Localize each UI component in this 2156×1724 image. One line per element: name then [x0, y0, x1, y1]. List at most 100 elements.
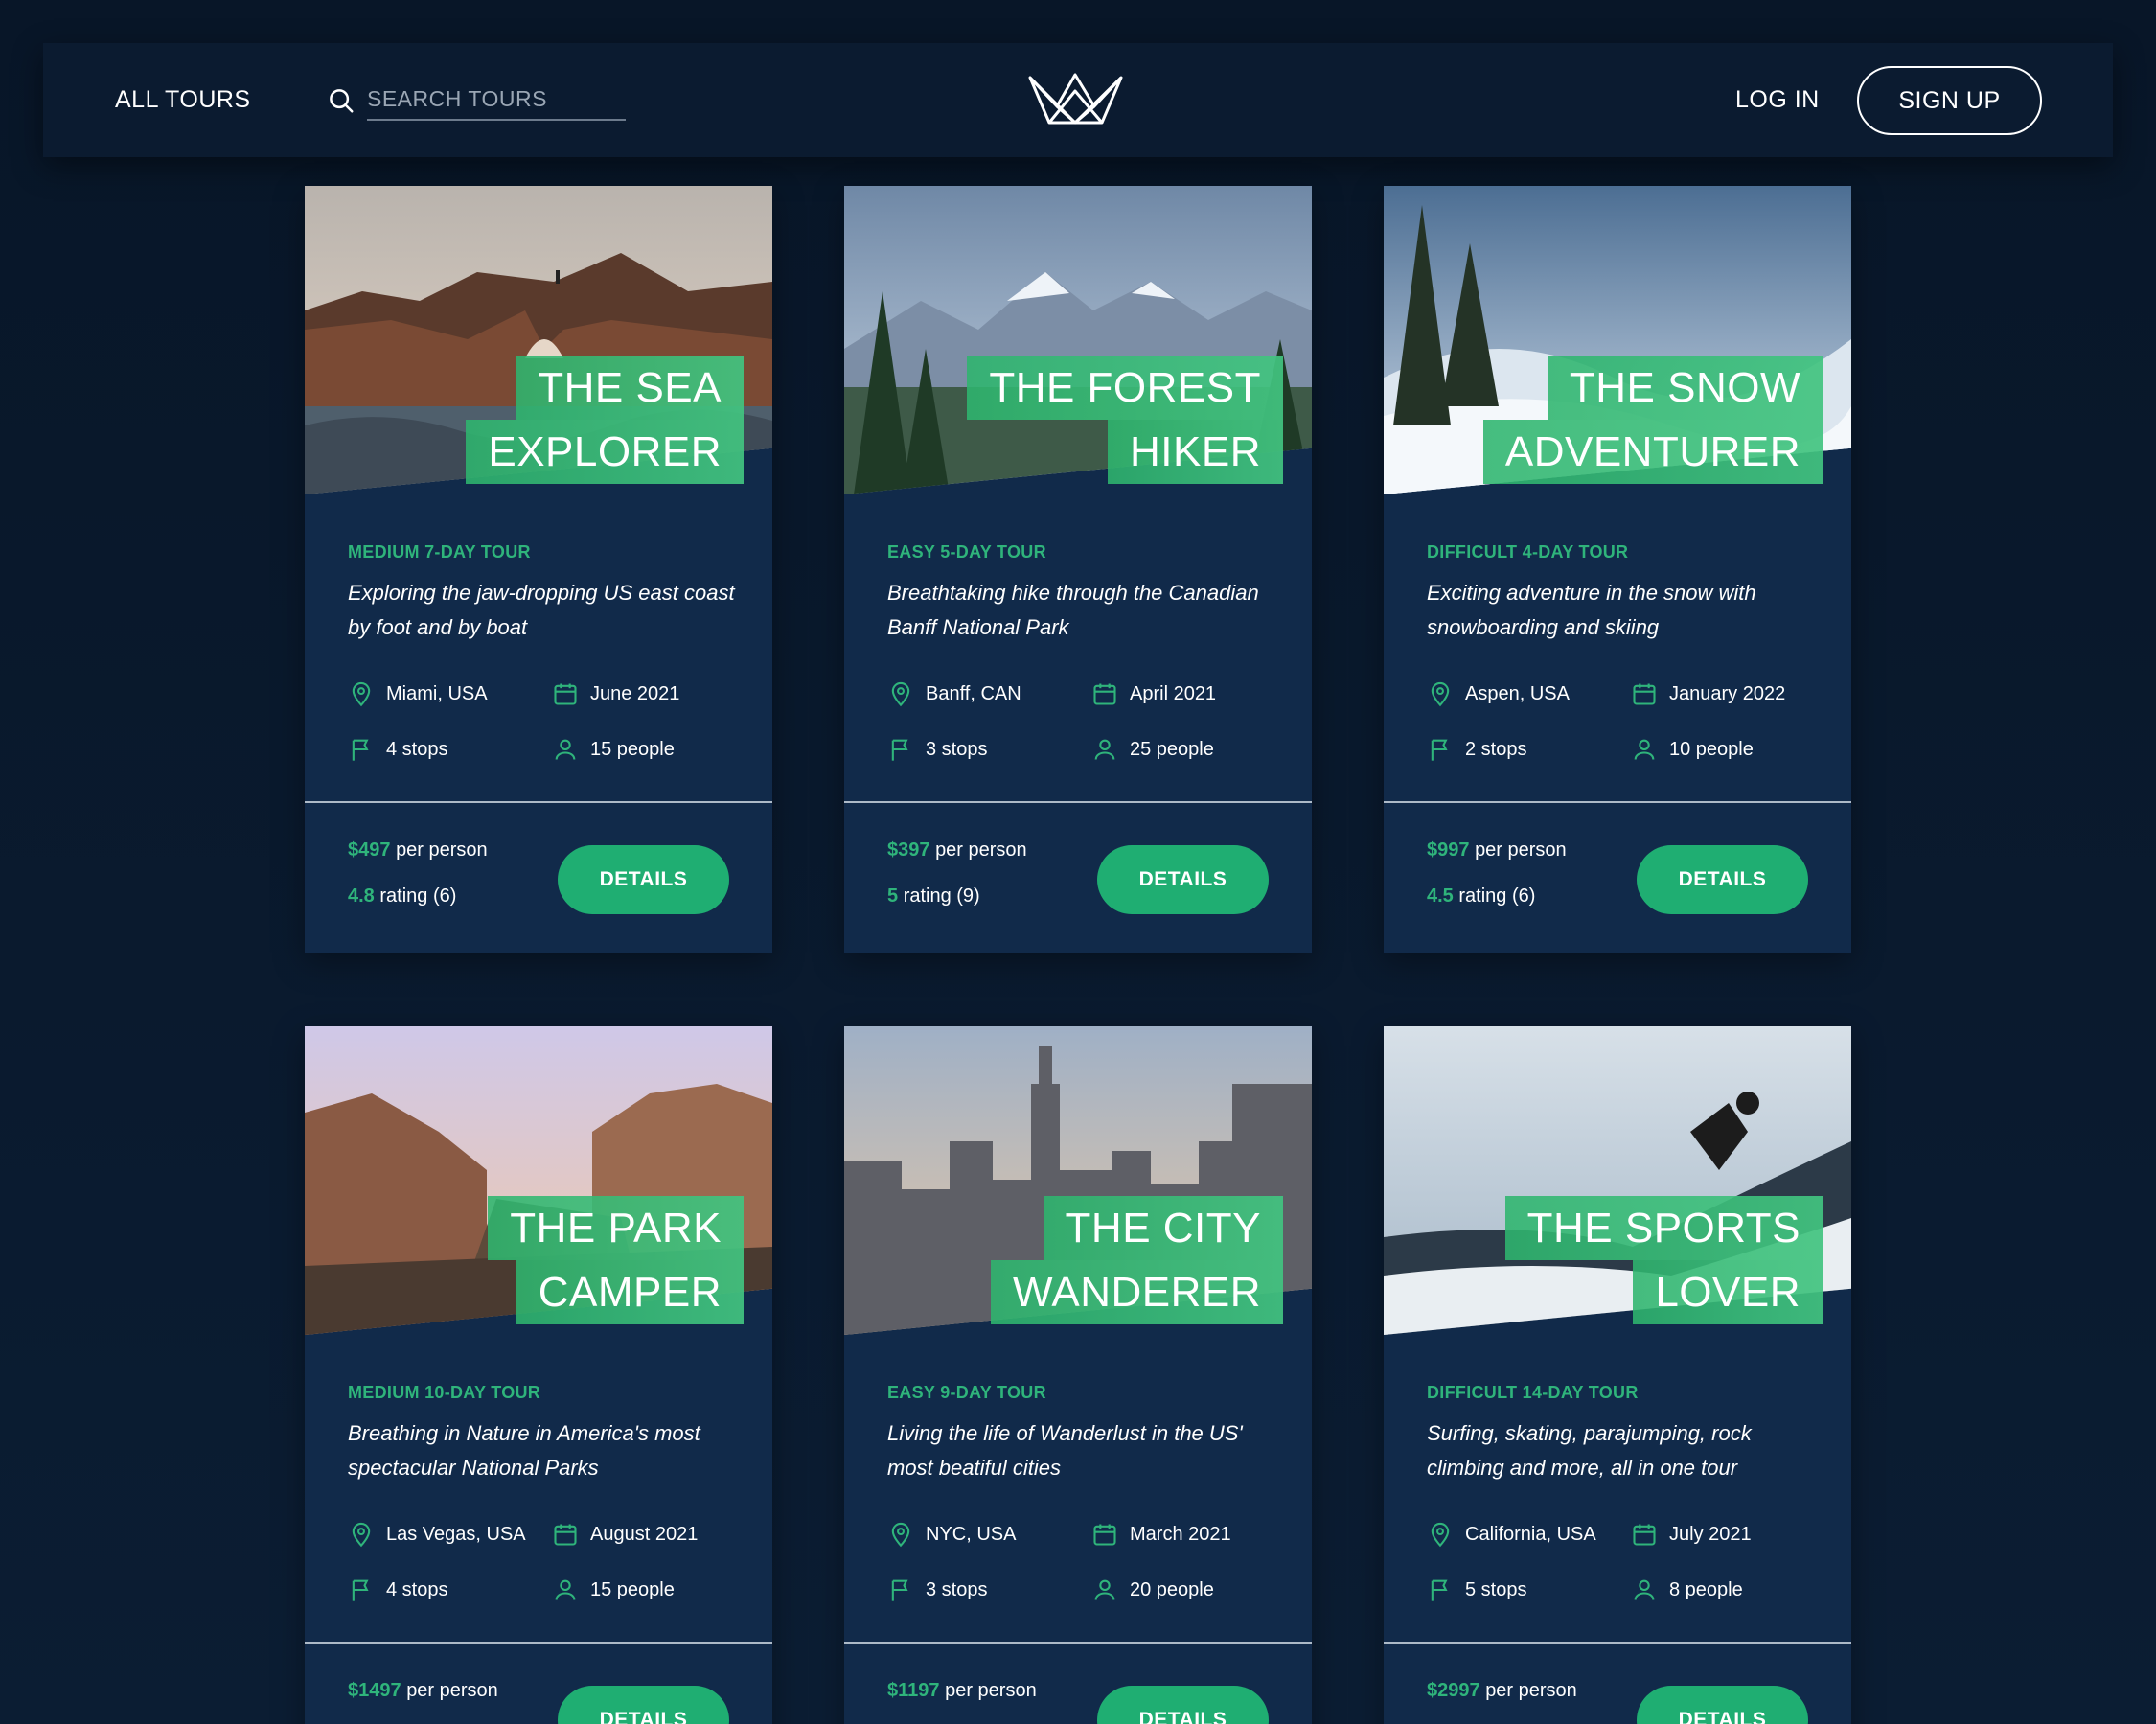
tour-people-text: 20 people [1130, 1578, 1214, 1600]
tours-page: ALL TOURS LOG IN SIGN UP THE SEA EXPLORE… [0, 0, 2156, 1724]
tour-price-value: $497 [348, 839, 391, 861]
tour-card: THE CITY WANDERER EASY 9-DAY TOUR Living… [844, 1026, 1312, 1724]
tour-date-text: July 2021 [1669, 1523, 1752, 1545]
tour-price: $1497 per person [348, 1680, 498, 1702]
tour-title-line2: EXPLORER [466, 420, 744, 484]
tour-date-text: January 2022 [1669, 682, 1786, 704]
calendar-icon [1093, 1524, 1116, 1546]
calendar-icon [1633, 683, 1656, 705]
tour-people: 20 people [1091, 1576, 1214, 1603]
tour-description: Breathing in Nature in America's most sp… [348, 1421, 700, 1480]
logo-icon[interactable] [1025, 70, 1126, 127]
tour-title: THE PARK CAMPER [488, 1196, 744, 1324]
tour-stops-text: 4 stops [386, 738, 448, 760]
tour-location-text: California, USA [1465, 1523, 1596, 1545]
flag-icon [1431, 739, 1448, 761]
tour-title-line1: THE PARK [488, 1196, 744, 1260]
flag-icon [352, 1579, 369, 1601]
tour-price-value: $2997 [1427, 1680, 1480, 1701]
tour-price-value: $1197 [887, 1680, 940, 1701]
tour-price-suffix: per person [396, 839, 488, 861]
tour-title-line1: THE SEA [516, 356, 744, 420]
tour-stops: 3 stops [887, 1576, 987, 1603]
user-icon [1094, 739, 1115, 760]
tour-stops: 5 stops [1427, 1576, 1526, 1603]
tour-description: Exploring the jaw-dropping US east coast… [348, 581, 735, 639]
user-icon [1094, 1579, 1115, 1600]
tour-tag: EASY 9-DAY TOUR [887, 1383, 1046, 1402]
tour-card: THE SNOW ADVENTURER DIFFICULT 4-DAY TOUR… [1384, 186, 1851, 953]
flag-icon [1431, 1579, 1448, 1601]
tour-people-text: 15 people [590, 738, 675, 760]
tour-title: THE SNOW ADVENTURER [1482, 356, 1823, 484]
tour-card: THE SEA EXPLORER MEDIUM 7-DAY TOUR Explo… [305, 186, 772, 953]
tour-stops: 2 stops [1427, 736, 1526, 763]
tour-price-suffix: per person [406, 1680, 498, 1701]
tour-tag: MEDIUM 7-DAY TOUR [348, 542, 531, 562]
card-divider [844, 1642, 1312, 1644]
tour-card: THE FOREST HIKER EASY 5-DAY TOUR Breatht… [844, 186, 1312, 953]
location-pin-icon [1431, 681, 1450, 707]
details-button[interactable]: DETAILS [1637, 1686, 1808, 1724]
tour-rating-value: 4.5 [1427, 885, 1454, 907]
card-divider [305, 801, 772, 803]
tour-body: EASY 5-DAY TOUR Breathtaking hike throug… [887, 542, 1269, 645]
tour-date: January 2022 [1631, 680, 1785, 707]
tour-title: THE SPORTS LOVER [1504, 1196, 1823, 1324]
tour-stops-text: 3 stops [926, 738, 988, 760]
tour-stops-text: 4 stops [386, 1578, 448, 1600]
tour-price-suffix: per person [935, 839, 1027, 861]
tour-date-text: March 2021 [1130, 1523, 1231, 1545]
search-icon[interactable] [327, 86, 356, 115]
tour-body: DIFFICULT 4-DAY TOUR Exciting adventure … [1427, 542, 1808, 645]
details-button[interactable]: DETAILS [1097, 845, 1269, 914]
tour-location-text: Las Vegas, USA [386, 1523, 526, 1545]
tour-rating: 4.8 rating (6) [348, 885, 456, 908]
tour-people: 25 people [1091, 736, 1214, 763]
tour-location: Las Vegas, USA [348, 1521, 526, 1548]
user-icon [555, 739, 576, 760]
tour-people: 15 people [552, 1576, 675, 1603]
details-button[interactable]: DETAILS [1097, 1686, 1269, 1724]
tour-people-text: 10 people [1669, 738, 1754, 760]
site-header: ALL TOURS LOG IN SIGN UP [43, 43, 2113, 157]
all-tours-link[interactable]: ALL TOURS [115, 43, 251, 157]
details-button[interactable]: DETAILS [558, 1686, 729, 1724]
flag-icon [891, 1579, 908, 1601]
tour-rating: 4.5 rating (6) [1427, 885, 1535, 908]
tour-title-line2: CAMPER [516, 1260, 744, 1324]
tour-price: $1197 per person [887, 1680, 1037, 1702]
card-divider [1384, 1642, 1851, 1644]
tour-price-suffix: per person [945, 1680, 1037, 1701]
tour-people: 10 people [1631, 736, 1754, 763]
tour-stops-text: 2 stops [1465, 738, 1527, 760]
tour-location-text: NYC, USA [926, 1523, 1017, 1545]
tour-location-text: Miami, USA [386, 682, 488, 704]
tour-description: Living the life of Wanderlust in the US'… [887, 1421, 1243, 1480]
tour-price: $397 per person [887, 839, 1027, 862]
signup-button[interactable]: SIGN UP [1857, 66, 2042, 135]
details-button[interactable]: DETAILS [558, 845, 729, 914]
tour-stops: 4 stops [348, 736, 447, 763]
search-input[interactable] [367, 80, 626, 121]
tour-date: June 2021 [552, 680, 679, 707]
tour-price-suffix: per person [1475, 839, 1567, 861]
tour-people-text: 15 people [590, 1578, 675, 1600]
tour-price-suffix: per person [1485, 1680, 1577, 1701]
login-link[interactable]: LOG IN [1735, 43, 1820, 157]
tour-people: 15 people [552, 736, 675, 763]
tour-stops-text: 5 stops [1465, 1578, 1527, 1600]
search-form [327, 43, 626, 157]
details-button[interactable]: DETAILS [1637, 845, 1808, 914]
tour-tag: DIFFICULT 14-DAY TOUR [1427, 1383, 1639, 1402]
tour-price-value: $997 [1427, 839, 1470, 861]
tour-date-text: June 2021 [590, 682, 680, 704]
tour-title: THE CITY WANDERER [990, 1196, 1283, 1324]
tour-title-line2: HIKER [1108, 420, 1283, 484]
tour-people: 8 people [1631, 1576, 1743, 1603]
tour-title-line2: ADVENTURER [1482, 420, 1823, 484]
location-pin-icon [891, 1522, 910, 1548]
tour-location: Miami, USA [348, 680, 488, 707]
location-pin-icon [352, 681, 371, 707]
tour-price: $997 per person [1427, 839, 1567, 862]
